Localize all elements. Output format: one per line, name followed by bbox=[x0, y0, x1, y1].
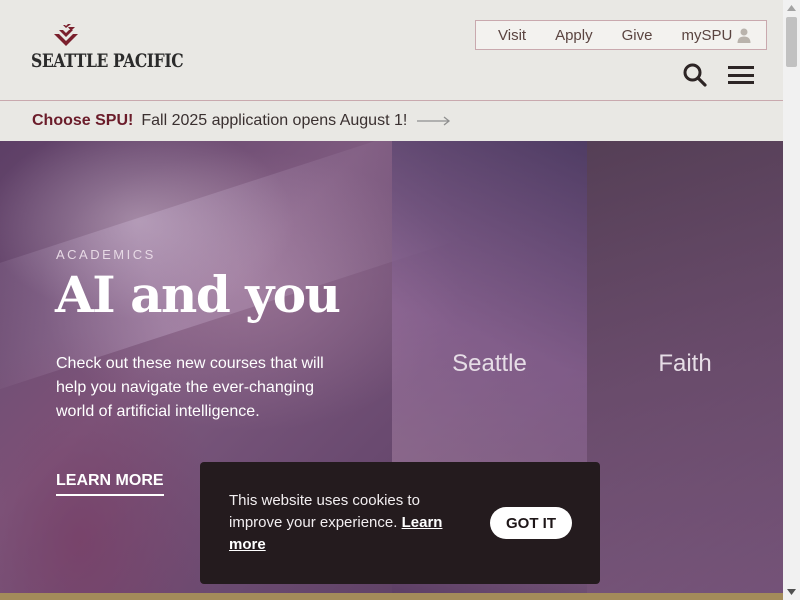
hero-headline: AI and you bbox=[55, 265, 341, 324]
scroll-up-icon[interactable] bbox=[783, 0, 800, 17]
panel-label-faith: Faith bbox=[658, 350, 712, 377]
cookie-message: This website uses cookies to improve you… bbox=[229, 490, 459, 556]
scroll-down-icon[interactable] bbox=[783, 583, 800, 600]
learn-more-link[interactable]: LEARN MORE bbox=[56, 472, 164, 496]
site-header: SEATTLE PACIFIC Visit Apply Give mySPU bbox=[0, 0, 783, 101]
announcement-message: Fall 2025 application opens August 1! bbox=[141, 112, 408, 129]
nav-visit-link[interactable]: Visit bbox=[498, 27, 526, 44]
site-logo[interactable]: SEATTLE PACIFIC bbox=[31, 24, 184, 76]
got-it-button[interactable]: GOT IT bbox=[490, 507, 572, 539]
vertical-scrollbar[interactable] bbox=[783, 0, 800, 600]
announcement-bar[interactable]: Choose SPU! Fall 2025 application opens … bbox=[0, 101, 783, 141]
cookie-text: This website uses cookies to improve you… bbox=[229, 492, 420, 531]
nav-apply-link[interactable]: Apply bbox=[555, 27, 593, 44]
hero-body: Check out these new courses that will he… bbox=[56, 355, 324, 420]
arrow-right-icon[interactable] bbox=[417, 116, 451, 126]
nav-myspu-link[interactable]: mySPU bbox=[681, 27, 732, 44]
scroll-thumb[interactable] bbox=[786, 17, 797, 67]
search-icon[interactable] bbox=[682, 62, 708, 88]
person-icon[interactable] bbox=[736, 27, 752, 43]
hamburger-menu-icon[interactable] bbox=[728, 66, 754, 84]
flame-logo-icon bbox=[54, 24, 78, 46]
nav-give-link[interactable]: Give bbox=[622, 27, 653, 44]
panel-label-seattle: Seattle bbox=[452, 350, 527, 377]
hero-panel-faith[interactable]: Faith bbox=[587, 141, 783, 593]
gold-divider bbox=[0, 593, 783, 600]
cookie-banner: This website uses cookies to improve you… bbox=[200, 462, 600, 584]
utility-nav: Visit Apply Give mySPU bbox=[475, 20, 767, 50]
logo-wordmark: SEATTLE PACIFIC bbox=[31, 50, 184, 72]
hero-eyebrow: ACADEMICS bbox=[56, 247, 156, 262]
announcement-emphasis: Choose SPU! bbox=[32, 112, 134, 129]
